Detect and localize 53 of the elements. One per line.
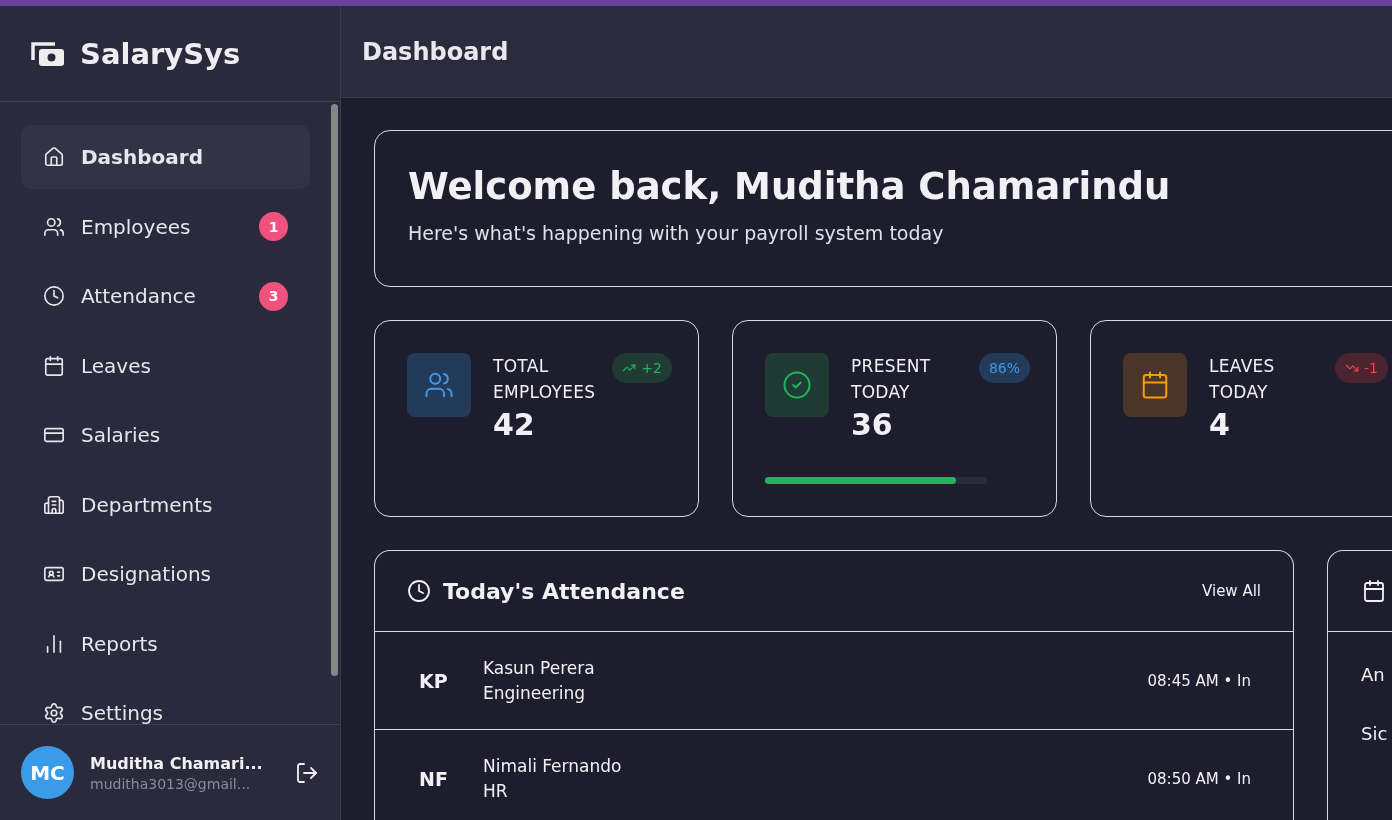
trend-chip: 86%	[978, 353, 1030, 383]
scrollbar[interactable]	[331, 104, 338, 676]
nav-item[interactable]: Designations	[21, 542, 310, 606]
stat-value: 4	[1209, 407, 1231, 442]
people-icon	[43, 215, 65, 238]
building-icon	[43, 493, 65, 516]
nav-item[interactable]: Departments	[21, 472, 310, 537]
stat-label: LEAVES TODAY	[1209, 355, 1276, 404]
nav-item[interactable]: Reports	[21, 611, 310, 676]
user-avatar: MC	[21, 746, 74, 799]
logo-icon	[30, 39, 66, 68]
check-in-time: 08:45 AM • In	[1147, 671, 1251, 690]
stat-value: 42	[493, 407, 536, 442]
employee-name: Nimali Fernando	[483, 756, 623, 776]
count-badge: 3	[259, 281, 288, 311]
nav-item[interactable]: Salaries	[21, 403, 310, 467]
nav-item[interactable]: Attendance 3	[21, 264, 310, 328]
employee-initials: KP	[419, 669, 449, 692]
nav-item[interactable]: Settings	[21, 681, 310, 724]
trend-chip: -1	[1335, 353, 1388, 383]
nav-item[interactable]: Leaves	[21, 333, 310, 398]
employee-initials: NF	[419, 767, 449, 790]
trend-chip: +2	[612, 353, 672, 383]
card-title: Today's Attendance	[443, 578, 686, 604]
user-email: muditha3013@gmail...	[90, 775, 252, 792]
welcome-subtitle: Here's what's happening with your payroll system today	[408, 222, 945, 244]
settings-icon	[43, 702, 65, 724]
nav-item[interactable]: Employees 1	[21, 194, 310, 259]
leave-type: Sic	[1361, 723, 1388, 744]
employee-department: Engineering	[483, 683, 586, 703]
calendar-icon	[1362, 579, 1386, 603]
clock-icon	[407, 579, 431, 603]
calendar-icon	[43, 354, 65, 377]
nav-item[interactable]: Dashboard	[21, 125, 310, 189]
check-circle-icon	[782, 370, 812, 400]
logout-icon[interactable]	[295, 760, 319, 785]
stat-value: 36	[851, 407, 894, 442]
check-in-time: 08:50 AM • In	[1147, 769, 1251, 788]
count-badge: 1	[259, 212, 288, 241]
calendar-icon	[1140, 370, 1170, 400]
welcome-title: Welcome back, Muditha Chamarindu	[408, 165, 1172, 208]
stat-label: TOTAL EMPLOYEES	[493, 355, 597, 404]
home-icon	[43, 146, 65, 168]
view-all-link[interactable]: View All	[1202, 582, 1261, 600]
leave-type: An	[1361, 664, 1385, 685]
app-name: SalarySys	[80, 36, 241, 71]
employee-name: Kasun Perera	[483, 658, 596, 678]
user-name: Muditha Chamari...	[90, 753, 264, 773]
stat-label: PRESENT TODAY	[851, 355, 932, 404]
clock-icon	[43, 285, 65, 307]
people-icon	[424, 370, 454, 400]
page-title: Dashboard	[362, 37, 509, 66]
employee-department: HR	[483, 781, 509, 801]
